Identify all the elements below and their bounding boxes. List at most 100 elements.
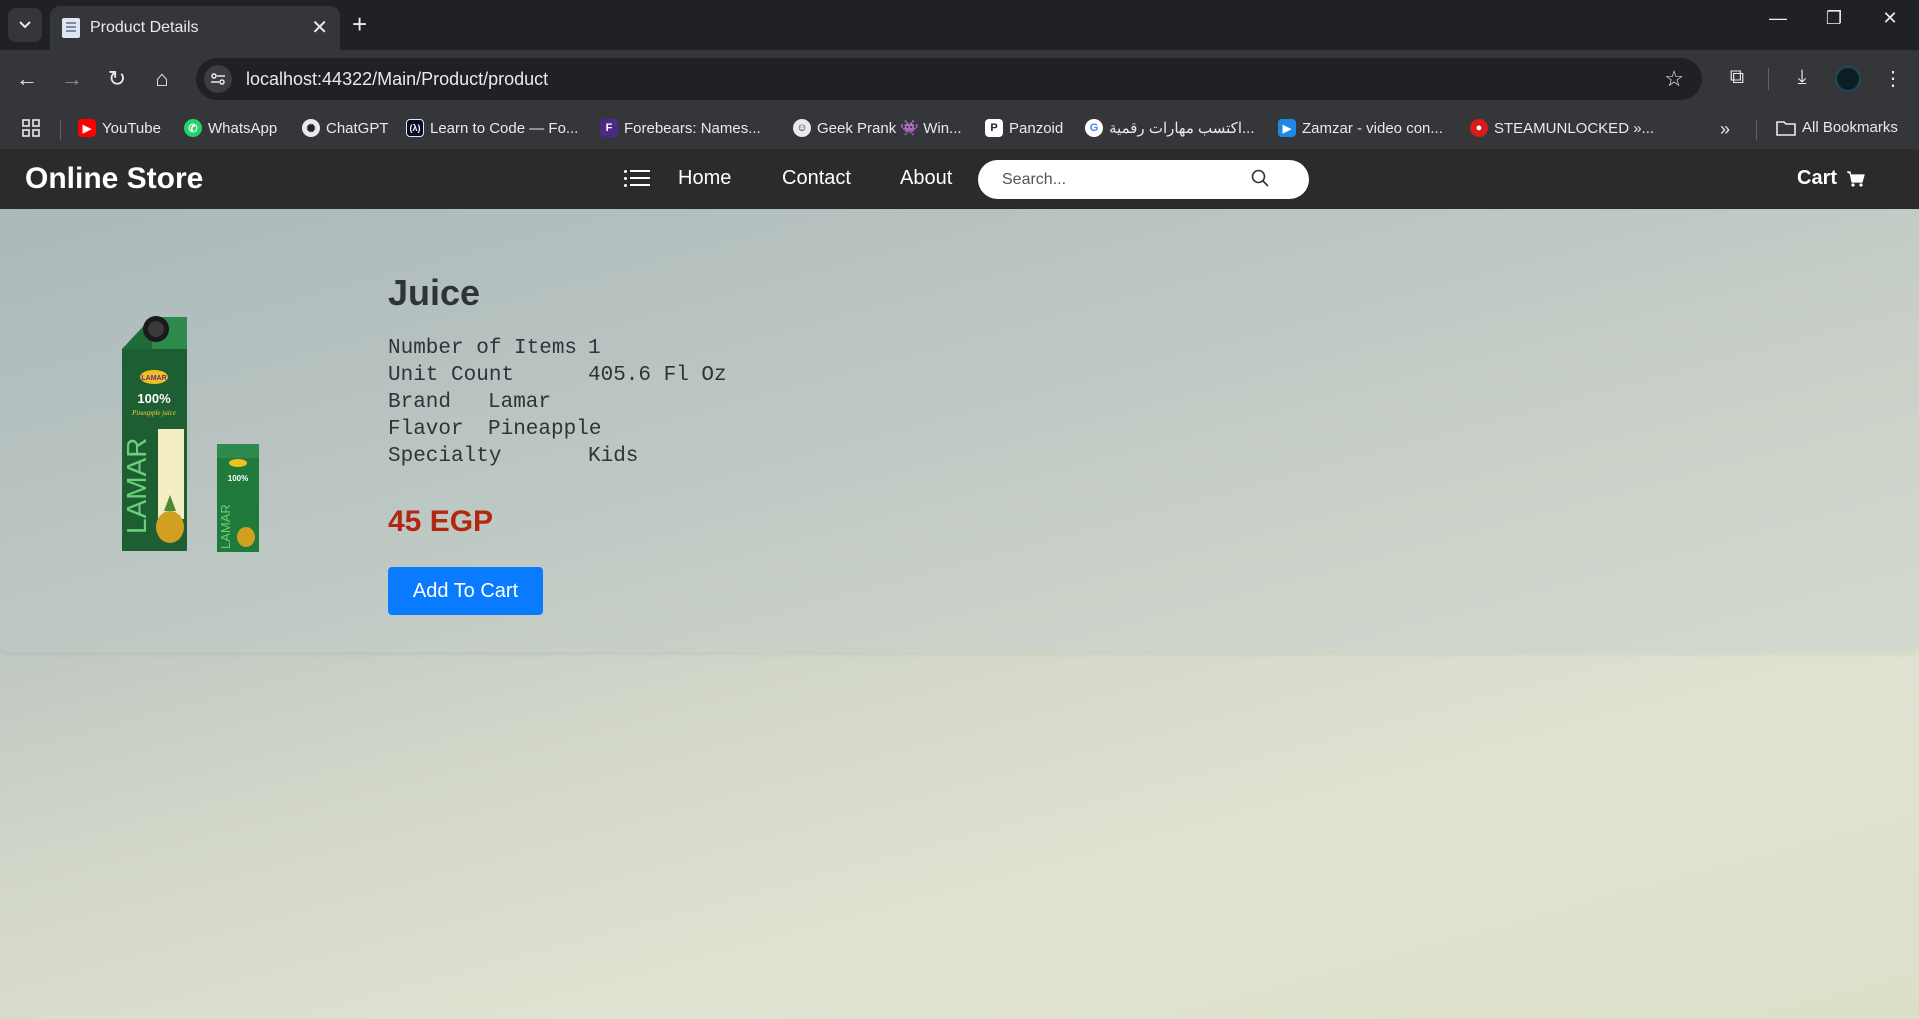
search-icon[interactable] [1251,169,1269,187]
product-specs: Number of Items 1 Unit Count 405.6 Fl Oz B… [388,335,727,470]
folder-icon [1776,120,1796,136]
chatgpt-icon: ✺ [302,119,320,137]
url-text[interactable]: localhost:44322/Main/Product/product [246,69,1664,90]
bookmark-label: Forebears: Names... [624,119,761,137]
bookmark-label: ChatGPT [326,119,389,137]
bookmark-zamzar[interactable]: ▶ Zamzar - video con... [1278,119,1443,137]
site-brand[interactable]: Online Store [25,162,203,196]
product-image: LAMAR 100% Pineapple juice LAMAR 100% LA… [121,316,259,552]
google-icon: G [1085,119,1103,137]
search-input[interactable] [1002,170,1242,189]
site-search-box [978,160,1309,199]
home-icon[interactable]: ⌂ [147,64,177,94]
spec-row: Unit Count 405.6 Fl Oz [388,362,727,389]
bookmark-google-skills[interactable]: G اكتسب مهارات رقمية... [1085,119,1255,137]
forward-arrow-icon[interactable]: → [57,64,87,94]
browser-tabstrip: Product Details ✕ + — ❐ ✕ [0,0,1919,50]
svg-text:LAMAR: LAMAR [141,375,166,382]
bookmark-star-icon[interactable]: ☆ [1664,66,1684,92]
whatsapp-icon: ✆ [184,119,202,137]
panzoid-icon: P [985,119,1003,137]
close-tab-icon[interactable]: ✕ [311,18,328,38]
bookmark-youtube[interactable]: ▶ YouTube [78,119,161,137]
bookmark-geekprank[interactable]: ☺ Geek Prank 👾 Win... [793,119,962,137]
svg-text:LAMAR: LAMAR [218,504,233,549]
svg-text:100%: 100% [228,474,248,483]
nav-about-link[interactable]: About [900,167,952,190]
spec-value: 405.6 Fl Oz [588,364,727,387]
address-bar[interactable]: localhost:44322/Main/Product/product ☆ [196,58,1702,100]
bookmark-label: Panzoid [1009,119,1064,137]
bookmark-label: Zamzar - video con... [1302,119,1443,137]
spec-value: Kids [588,445,639,468]
cart-link[interactable]: Cart [1797,167,1865,190]
bookmarks-bar: ▶ YouTube ✆ WhatsApp ✺ ChatGPT (λ) Learn… [0,108,1919,150]
bookmark-label: Geek Prank 👾 Win... [817,120,962,137]
spec-row: Flavor Pineapple [388,416,727,443]
bookmark-label: Learn to Code — Fo... [430,119,579,137]
back-arrow-icon[interactable]: ← [12,64,42,94]
spec-key: Flavor [388,418,464,441]
bookmark-steamunlocked[interactable]: ● STEAMUNLOCKED »... [1470,119,1654,137]
bookmark-label: اكتسب مهارات رقمية... [1109,120,1255,137]
browser-toolbar: ← → ↻ ⌂ localhost:44322/Main/Product/pro… [0,50,1919,108]
youtube-icon: ▶ [78,119,96,137]
bookmark-panzoid[interactable]: P Panzoid [985,119,1063,137]
product-card: LAMAR 100% Pineapple juice LAMAR 100% LA… [0,209,1919,652]
zamzar-icon: ▶ [1278,119,1296,137]
profile-avatar[interactable] [1835,66,1861,92]
more-bookmarks-icon[interactable]: » [1720,119,1730,140]
spec-value: 1 [588,337,601,360]
site-navbar: Online Store Home Contact About Cart [0,150,1919,209]
all-bookmarks-label: All Bookmarks [1802,119,1898,136]
add-to-cart-button[interactable]: Add To Cart [388,567,543,615]
svg-text:LAMAR: LAMAR [121,438,152,534]
all-bookmarks-button[interactable]: All Bookmarks [1776,119,1898,136]
bookmarks-divider [1756,120,1757,140]
shopping-cart-icon [1847,170,1865,187]
bookmark-label: STEAMUNLOCKED »... [1494,119,1655,137]
browser-tab[interactable]: Product Details ✕ [50,6,340,50]
site-info-icon[interactable] [204,65,232,93]
spec-value: Lamar [488,391,552,414]
tab-title: Product Details [90,19,199,36]
apps-grid-icon[interactable] [22,119,40,137]
menu-list-icon[interactable] [624,168,650,190]
close-window-icon[interactable]: ✕ [1870,8,1910,29]
bookmark-forebears[interactable]: F Forebears: Names... [600,119,761,137]
tab-search-button[interactable] [8,8,42,42]
restore-icon[interactable]: ❐ [1814,8,1854,29]
spec-value: Pineapple [488,418,602,441]
extensions-icon[interactable]: ⧉ [1722,66,1752,89]
product-title: Juice [388,272,481,313]
spec-row: Number of Items 1 [388,335,727,362]
cart-label: Cart [1797,167,1838,189]
steamunlocked-icon: ● [1470,119,1488,137]
bookmark-whatsapp[interactable]: ✆ WhatsApp [184,119,277,137]
svg-text:Pineapple juice: Pineapple juice [131,409,176,417]
product-price: 45 EGP [388,505,494,538]
svg-text:100%: 100% [137,391,171,406]
bookmark-chatgpt[interactable]: ✺ ChatGPT [302,119,389,137]
spec-key: Specialty [388,445,502,468]
spec-row: Brand Lamar [388,389,727,416]
toolbar-divider [1768,68,1769,90]
freecodecamp-icon: (λ) [406,119,424,137]
more-menu-icon[interactable]: ⋮ [1878,66,1908,91]
page-favicon-icon [62,18,80,38]
nav-contact-link[interactable]: Contact [782,167,851,190]
bookmark-freecodecamp[interactable]: (λ) Learn to Code — Fo... [406,119,578,137]
download-icon[interactable]: ⤓ [1787,66,1817,89]
bookmark-label: WhatsApp [208,119,278,137]
bookmarks-divider [60,120,61,140]
chevron-down-icon [19,21,31,29]
spec-key: Number of Items [388,337,578,360]
reload-icon[interactable]: ↻ [102,64,132,94]
spec-key: Unit Count [388,364,515,387]
minimize-icon[interactable]: — [1758,8,1798,29]
nav-home-link[interactable]: Home [678,167,731,190]
new-tab-button[interactable]: + [352,10,367,38]
forebears-icon: F [600,119,618,137]
geekprank-icon: ☺ [793,119,811,137]
bookmark-label: YouTube [102,119,161,137]
